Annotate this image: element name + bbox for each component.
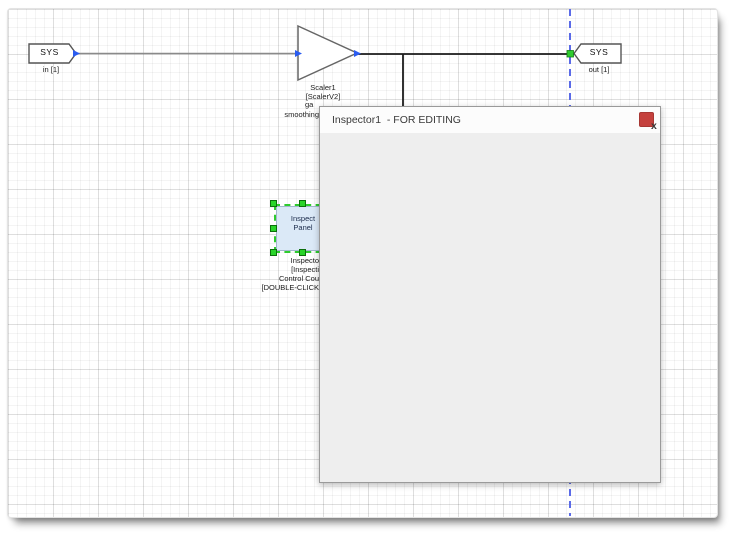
selection-handle[interactable]: [270, 225, 277, 232]
scaler-block[interactable]: [298, 26, 357, 80]
close-icon: x: [651, 119, 657, 134]
scaler-class-label: [ScalerV2]: [278, 92, 368, 101]
selection-handle[interactable]: [299, 249, 306, 256]
sys-output-port-label: out [1]: [575, 65, 623, 74]
screenshot-frame: SYS in [1] Scaler1 [ScalerV2] ga smoothi…: [0, 0, 736, 535]
selection-handle[interactable]: [299, 200, 306, 207]
scaler-param-label: ga: [305, 100, 313, 109]
sys-input-port-label: in [1]: [28, 65, 74, 74]
scaler-param-label: smoothing: [238, 110, 319, 119]
schematic-canvas[interactable]: SYS in [1] Scaler1 [ScalerV2] ga smoothi…: [7, 8, 718, 518]
scaler-name-label: Scaler1: [278, 83, 368, 92]
inspector-window-titlebar[interactable]: Inspector1 - FOR EDITING x: [320, 107, 660, 134]
inspector-caption-line: Inspecto: [238, 256, 319, 265]
inspector-caption-line: [Inspecti: [238, 265, 319, 274]
output-pin-icon[interactable]: [73, 50, 80, 57]
inspector-window-title: Inspector1 - FOR EDITING: [332, 114, 461, 126]
connected-pin-icon[interactable]: [567, 51, 574, 58]
inspector-caption-line: [DOUBLE-CLICK: [238, 283, 319, 292]
inspector-caption-line: Control Cou: [238, 274, 319, 283]
sys-output-label: SYS: [579, 48, 619, 57]
close-button[interactable]: x: [639, 112, 654, 127]
selection-handle[interactable]: [270, 200, 277, 207]
output-pin-icon[interactable]: [354, 50, 361, 57]
inspector-window-body[interactable]: [320, 133, 660, 482]
sys-input-label: SYS: [29, 48, 70, 57]
inspector-window: Inspector1 - FOR EDITING x: [319, 106, 661, 483]
selection-handle[interactable]: [270, 249, 277, 256]
